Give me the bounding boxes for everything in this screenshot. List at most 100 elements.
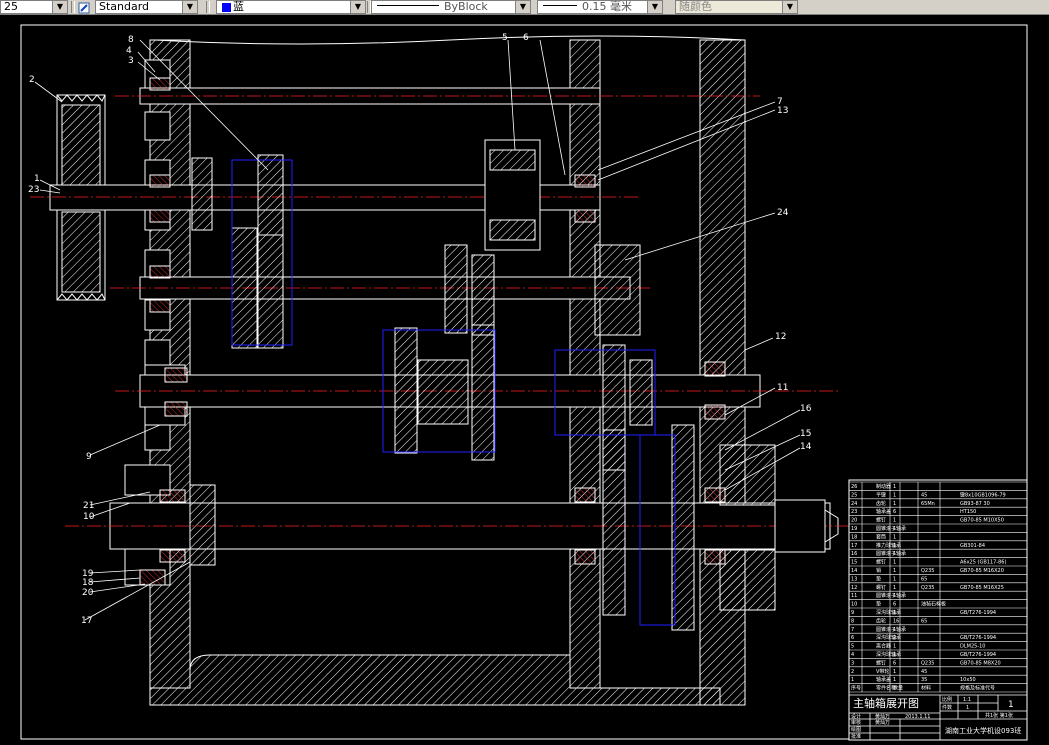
table-cell-no: 26	[851, 484, 857, 490]
table-cell-no: 11	[851, 593, 857, 599]
table-cell-remark: GB70-85 M16X20	[960, 568, 1004, 574]
text-style-value: Standard	[99, 0, 150, 13]
table-header-no: 序号	[851, 685, 861, 692]
callout-11: 11	[777, 383, 788, 393]
table-cell-qty: 1	[893, 568, 896, 574]
table-cell-remark: 键8x10GB1096-79	[960, 491, 1006, 498]
table-cell-no: 16	[851, 551, 857, 557]
drawing-title: 主轴箱展开图	[853, 696, 919, 710]
callout-20: 20	[82, 588, 94, 598]
callout-21: 21	[83, 501, 94, 511]
callout-5: 5	[502, 33, 508, 43]
callout-1: 1	[34, 174, 40, 184]
approver-label: 批准	[851, 733, 861, 740]
table-cell-no: 23	[851, 509, 857, 515]
table-cell-name: 垫	[876, 575, 881, 582]
table-cell-remark: GB70-85 M8X20	[960, 660, 1001, 666]
table-cell-name: 齿轮	[876, 617, 886, 624]
table-cell-no: 8	[851, 618, 854, 624]
drafter-name: 黄灿万	[875, 719, 890, 726]
color-dropdown[interactable]: 蓝 ▼	[216, 0, 366, 14]
table-cell-material: 65Mn	[921, 501, 935, 507]
table-cell-qty: 1	[893, 610, 896, 616]
scale-label: 比例	[942, 696, 952, 703]
linetype-sample	[377, 5, 439, 6]
table-cell-name: 齿轮	[876, 500, 886, 507]
callout-4: 4	[126, 46, 132, 56]
callout-13: 13	[777, 106, 788, 116]
plot-style-dropdown[interactable]: 随颜色 ▼	[675, 0, 798, 14]
callout-18: 18	[82, 578, 94, 588]
color-value: 蓝	[233, 0, 244, 13]
table-cell-name: 轴承盖	[876, 676, 891, 683]
lineweight-dropdown[interactable]: 0.15 毫米 ▼	[537, 0, 663, 14]
table-cell-remark: GB/T276-1994	[960, 652, 996, 658]
table-cell-no: 14	[851, 568, 857, 574]
table-cell-name: 深沟球轴承	[876, 634, 901, 641]
chevron-down-icon: ▼	[647, 1, 662, 13]
text-style-icon	[78, 2, 90, 14]
checker-label: 审核	[851, 719, 861, 726]
callout-14: 14	[800, 442, 812, 452]
table-cell-qty: 1	[893, 627, 896, 633]
callout-16: 16	[800, 404, 812, 414]
drafter-label: 绘图	[851, 726, 861, 733]
table-cell-no: 19	[851, 526, 857, 532]
table-cell-name: 圆锥滚子轴承	[876, 525, 906, 532]
table-cell-no: 24	[851, 501, 857, 507]
table-cell-material: 65	[921, 576, 927, 582]
text-style-manager-button[interactable]	[76, 0, 92, 14]
table-cell-material: 35	[921, 677, 927, 683]
scale-value: 1:1	[963, 697, 971, 703]
table-cell-qty: 1	[893, 543, 896, 549]
callout-19: 19	[82, 569, 94, 579]
table-cell-material: 油毡石棉板	[921, 601, 946, 608]
dim-scale-dropdown[interactable]: 25 ▼	[0, 0, 68, 14]
table-cell-no: 20	[851, 518, 857, 524]
table-cell-no: 3	[851, 660, 854, 666]
drawing-canvas[interactable]: 1 2 3 4 5 6 7 8 9 10 11 12 13 14 15 16 1…	[0, 15, 1049, 745]
table-cell-name: 平键	[876, 491, 886, 498]
plot-style-value: 随颜色	[679, 0, 712, 13]
design-date: 2013.1.11	[905, 714, 930, 720]
table-cell-qty: 2	[893, 635, 896, 641]
linetype-dropdown[interactable]: ByBlock ▼	[371, 0, 531, 14]
table-cell-no: 1	[851, 677, 854, 683]
table-cell-name: 垫	[876, 601, 881, 608]
callout-10: 10	[83, 512, 95, 522]
linetype-value: ByBlock	[444, 0, 488, 13]
callout-8: 8	[128, 35, 134, 45]
callout-6: 6	[523, 33, 529, 43]
text-style-dropdown[interactable]: Standard ▼	[95, 0, 198, 14]
callout-2: 2	[29, 75, 35, 85]
callout-15: 15	[800, 429, 811, 439]
color-swatch	[222, 3, 231, 12]
lineweight-sample	[543, 5, 577, 6]
table-cell-no: 18	[851, 534, 857, 540]
table-cell-qty: 1	[893, 652, 896, 658]
table-cell-name: 螺钉	[876, 517, 886, 524]
table-cell-remark: GB70-85 M16X25	[960, 585, 1004, 591]
lineweight-value: 0.15 毫米	[582, 0, 632, 13]
table-cell-qty: 1	[893, 585, 896, 591]
table-cell-material: Q235	[921, 585, 934, 591]
toolbar-separator	[71, 1, 75, 13]
dim-scale-value: 25	[4, 0, 18, 13]
toolbar-separator	[206, 1, 210, 13]
table-cell-qty: 6	[893, 660, 896, 666]
sheet-info: 共1张 第1张	[985, 712, 1013, 719]
table-cell-qty: 1	[893, 644, 896, 650]
table-cell-no: 12	[851, 585, 857, 591]
callout-12: 12	[775, 332, 786, 342]
chevron-down-icon: ▼	[52, 1, 67, 13]
table-header-material: 材料	[921, 685, 931, 692]
table-cell-remark: GB/T276-1994	[960, 635, 996, 641]
designer-name: 黄灿万	[875, 713, 890, 720]
chevron-down-icon: ▼	[182, 1, 197, 13]
table-cell-no: 7	[851, 627, 854, 633]
table-cell-no: 13	[851, 576, 857, 582]
table-cell-qty: 1	[893, 677, 896, 683]
table-cell-name: 螺钉	[876, 559, 886, 566]
table-cell-no: 17	[851, 543, 857, 549]
table-cell-material: 45	[921, 492, 927, 498]
